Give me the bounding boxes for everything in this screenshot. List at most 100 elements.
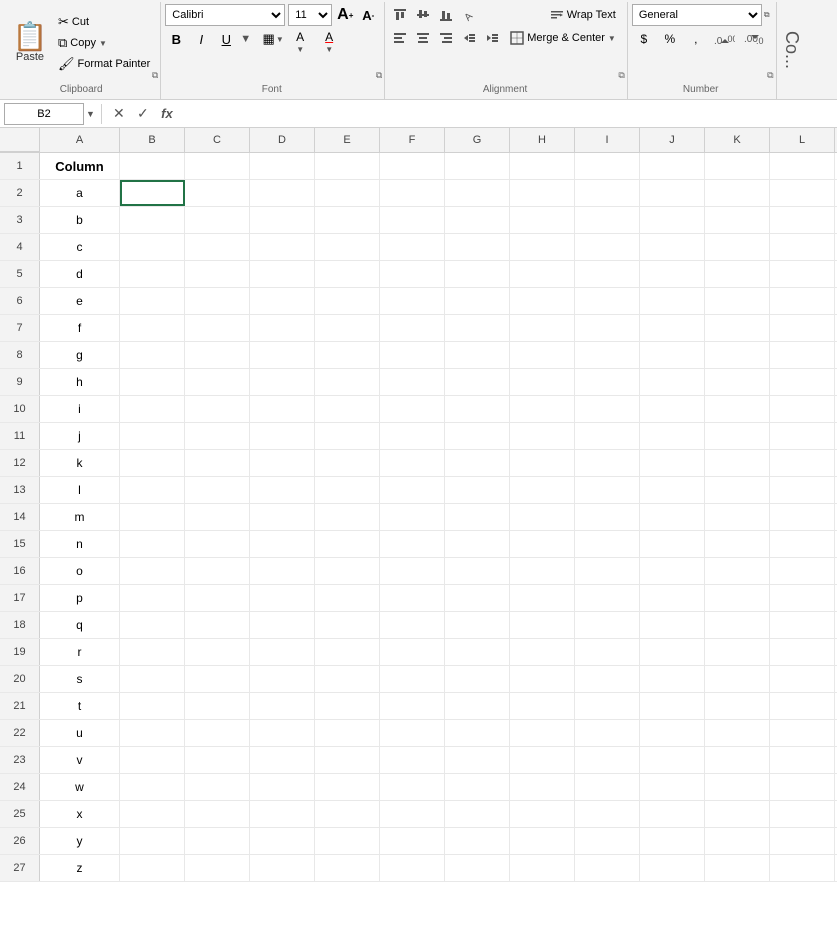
- cell-F11[interactable]: [380, 423, 445, 449]
- cell-L20[interactable]: [770, 666, 835, 692]
- cell-C4[interactable]: [185, 234, 250, 260]
- cell-B19[interactable]: [120, 639, 185, 665]
- col-header-E[interactable]: E: [315, 128, 380, 152]
- cell-C20[interactable]: [185, 666, 250, 692]
- cell-K5[interactable]: [705, 261, 770, 287]
- cell-J5[interactable]: [640, 261, 705, 287]
- cell-I18[interactable]: [575, 612, 640, 638]
- cell-D4[interactable]: [250, 234, 315, 260]
- cell-J2[interactable]: [640, 180, 705, 206]
- cell-J27[interactable]: [640, 855, 705, 881]
- formula-input[interactable]: [180, 103, 833, 125]
- cell-K19[interactable]: [705, 639, 770, 665]
- row-header-12[interactable]: 12: [0, 450, 40, 476]
- cell-C5[interactable]: [185, 261, 250, 287]
- row-header-27[interactable]: 27: [0, 855, 40, 881]
- cell-H4[interactable]: [510, 234, 575, 260]
- cell-G26[interactable]: [445, 828, 510, 854]
- cell-J21[interactable]: [640, 693, 705, 719]
- cell-J25[interactable]: [640, 801, 705, 827]
- font-expander[interactable]: ⧉: [376, 70, 382, 81]
- cell-H21[interactable]: [510, 693, 575, 719]
- row-header-6[interactable]: 6: [0, 288, 40, 314]
- cell-J26[interactable]: [640, 828, 705, 854]
- row-header-16[interactable]: 16: [0, 558, 40, 584]
- cell-I13[interactable]: [575, 477, 640, 503]
- cell-K10[interactable]: [705, 396, 770, 422]
- decrease-font-button[interactable]: A-: [358, 5, 378, 25]
- cell-J1[interactable]: [640, 153, 705, 179]
- cell-G17[interactable]: [445, 585, 510, 611]
- rows-container[interactable]: 1Column2a3b4c5d6e7f8g9h10i11j12k13l14m15…: [0, 153, 837, 882]
- cell-H10[interactable]: [510, 396, 575, 422]
- cell-G2[interactable]: [445, 180, 510, 206]
- cell-C25[interactable]: [185, 801, 250, 827]
- cell-D14[interactable]: [250, 504, 315, 530]
- cell-B14[interactable]: [120, 504, 185, 530]
- cell-D8[interactable]: [250, 342, 315, 368]
- cell-A15[interactable]: n: [40, 531, 120, 557]
- cell-A17[interactable]: p: [40, 585, 120, 611]
- cell-B10[interactable]: [120, 396, 185, 422]
- cell-H7[interactable]: [510, 315, 575, 341]
- col-header-J[interactable]: J: [640, 128, 705, 152]
- cell-I6[interactable]: [575, 288, 640, 314]
- cell-E27[interactable]: [315, 855, 380, 881]
- cell-E5[interactable]: [315, 261, 380, 287]
- cell-G23[interactable]: [445, 747, 510, 773]
- cell-E19[interactable]: [315, 639, 380, 665]
- col-header-A[interactable]: A: [40, 128, 120, 152]
- cell-L21[interactable]: [770, 693, 835, 719]
- number-format-select[interactable]: General: [632, 4, 762, 26]
- cell-G3[interactable]: [445, 207, 510, 233]
- cell-B27[interactable]: [120, 855, 185, 881]
- cell-F27[interactable]: [380, 855, 445, 881]
- cell-K27[interactable]: [705, 855, 770, 881]
- cell-E9[interactable]: [315, 369, 380, 395]
- cell-G20[interactable]: [445, 666, 510, 692]
- cell-E23[interactable]: [315, 747, 380, 773]
- cell-L15[interactable]: [770, 531, 835, 557]
- col-header-C[interactable]: C: [185, 128, 250, 152]
- cell-A4[interactable]: c: [40, 234, 120, 260]
- cell-A27[interactable]: z: [40, 855, 120, 881]
- row-header-5[interactable]: 5: [0, 261, 40, 287]
- cell-G1[interactable]: [445, 153, 510, 179]
- cell-F16[interactable]: [380, 558, 445, 584]
- cell-J20[interactable]: [640, 666, 705, 692]
- name-box[interactable]: [4, 103, 84, 125]
- row-header-2[interactable]: 2: [0, 180, 40, 206]
- row-header-18[interactable]: 18: [0, 612, 40, 638]
- cell-E17[interactable]: [315, 585, 380, 611]
- cell-A7[interactable]: f: [40, 315, 120, 341]
- cell-E8[interactable]: [315, 342, 380, 368]
- cell-B2[interactable]: [120, 180, 185, 206]
- cell-D13[interactable]: [250, 477, 315, 503]
- cell-B5[interactable]: [120, 261, 185, 287]
- cell-L16[interactable]: [770, 558, 835, 584]
- cell-B17[interactable]: [120, 585, 185, 611]
- cell-H6[interactable]: [510, 288, 575, 314]
- cell-K3[interactable]: [705, 207, 770, 233]
- cell-D10[interactable]: [250, 396, 315, 422]
- cell-D24[interactable]: [250, 774, 315, 800]
- cell-L12[interactable]: [770, 450, 835, 476]
- cell-B9[interactable]: [120, 369, 185, 395]
- cell-I25[interactable]: [575, 801, 640, 827]
- cell-J19[interactable]: [640, 639, 705, 665]
- cell-D9[interactable]: [250, 369, 315, 395]
- cell-F1[interactable]: [380, 153, 445, 179]
- cell-I9[interactable]: [575, 369, 640, 395]
- cell-J18[interactable]: [640, 612, 705, 638]
- cell-I10[interactable]: [575, 396, 640, 422]
- row-header-23[interactable]: 23: [0, 747, 40, 773]
- cell-K26[interactable]: [705, 828, 770, 854]
- cell-G24[interactable]: [445, 774, 510, 800]
- cell-E2[interactable]: [315, 180, 380, 206]
- row-header-10[interactable]: 10: [0, 396, 40, 422]
- currency-button[interactable]: $: [632, 28, 656, 50]
- cell-A26[interactable]: y: [40, 828, 120, 854]
- cell-F23[interactable]: [380, 747, 445, 773]
- cell-C2[interactable]: [185, 180, 250, 206]
- cell-I17[interactable]: [575, 585, 640, 611]
